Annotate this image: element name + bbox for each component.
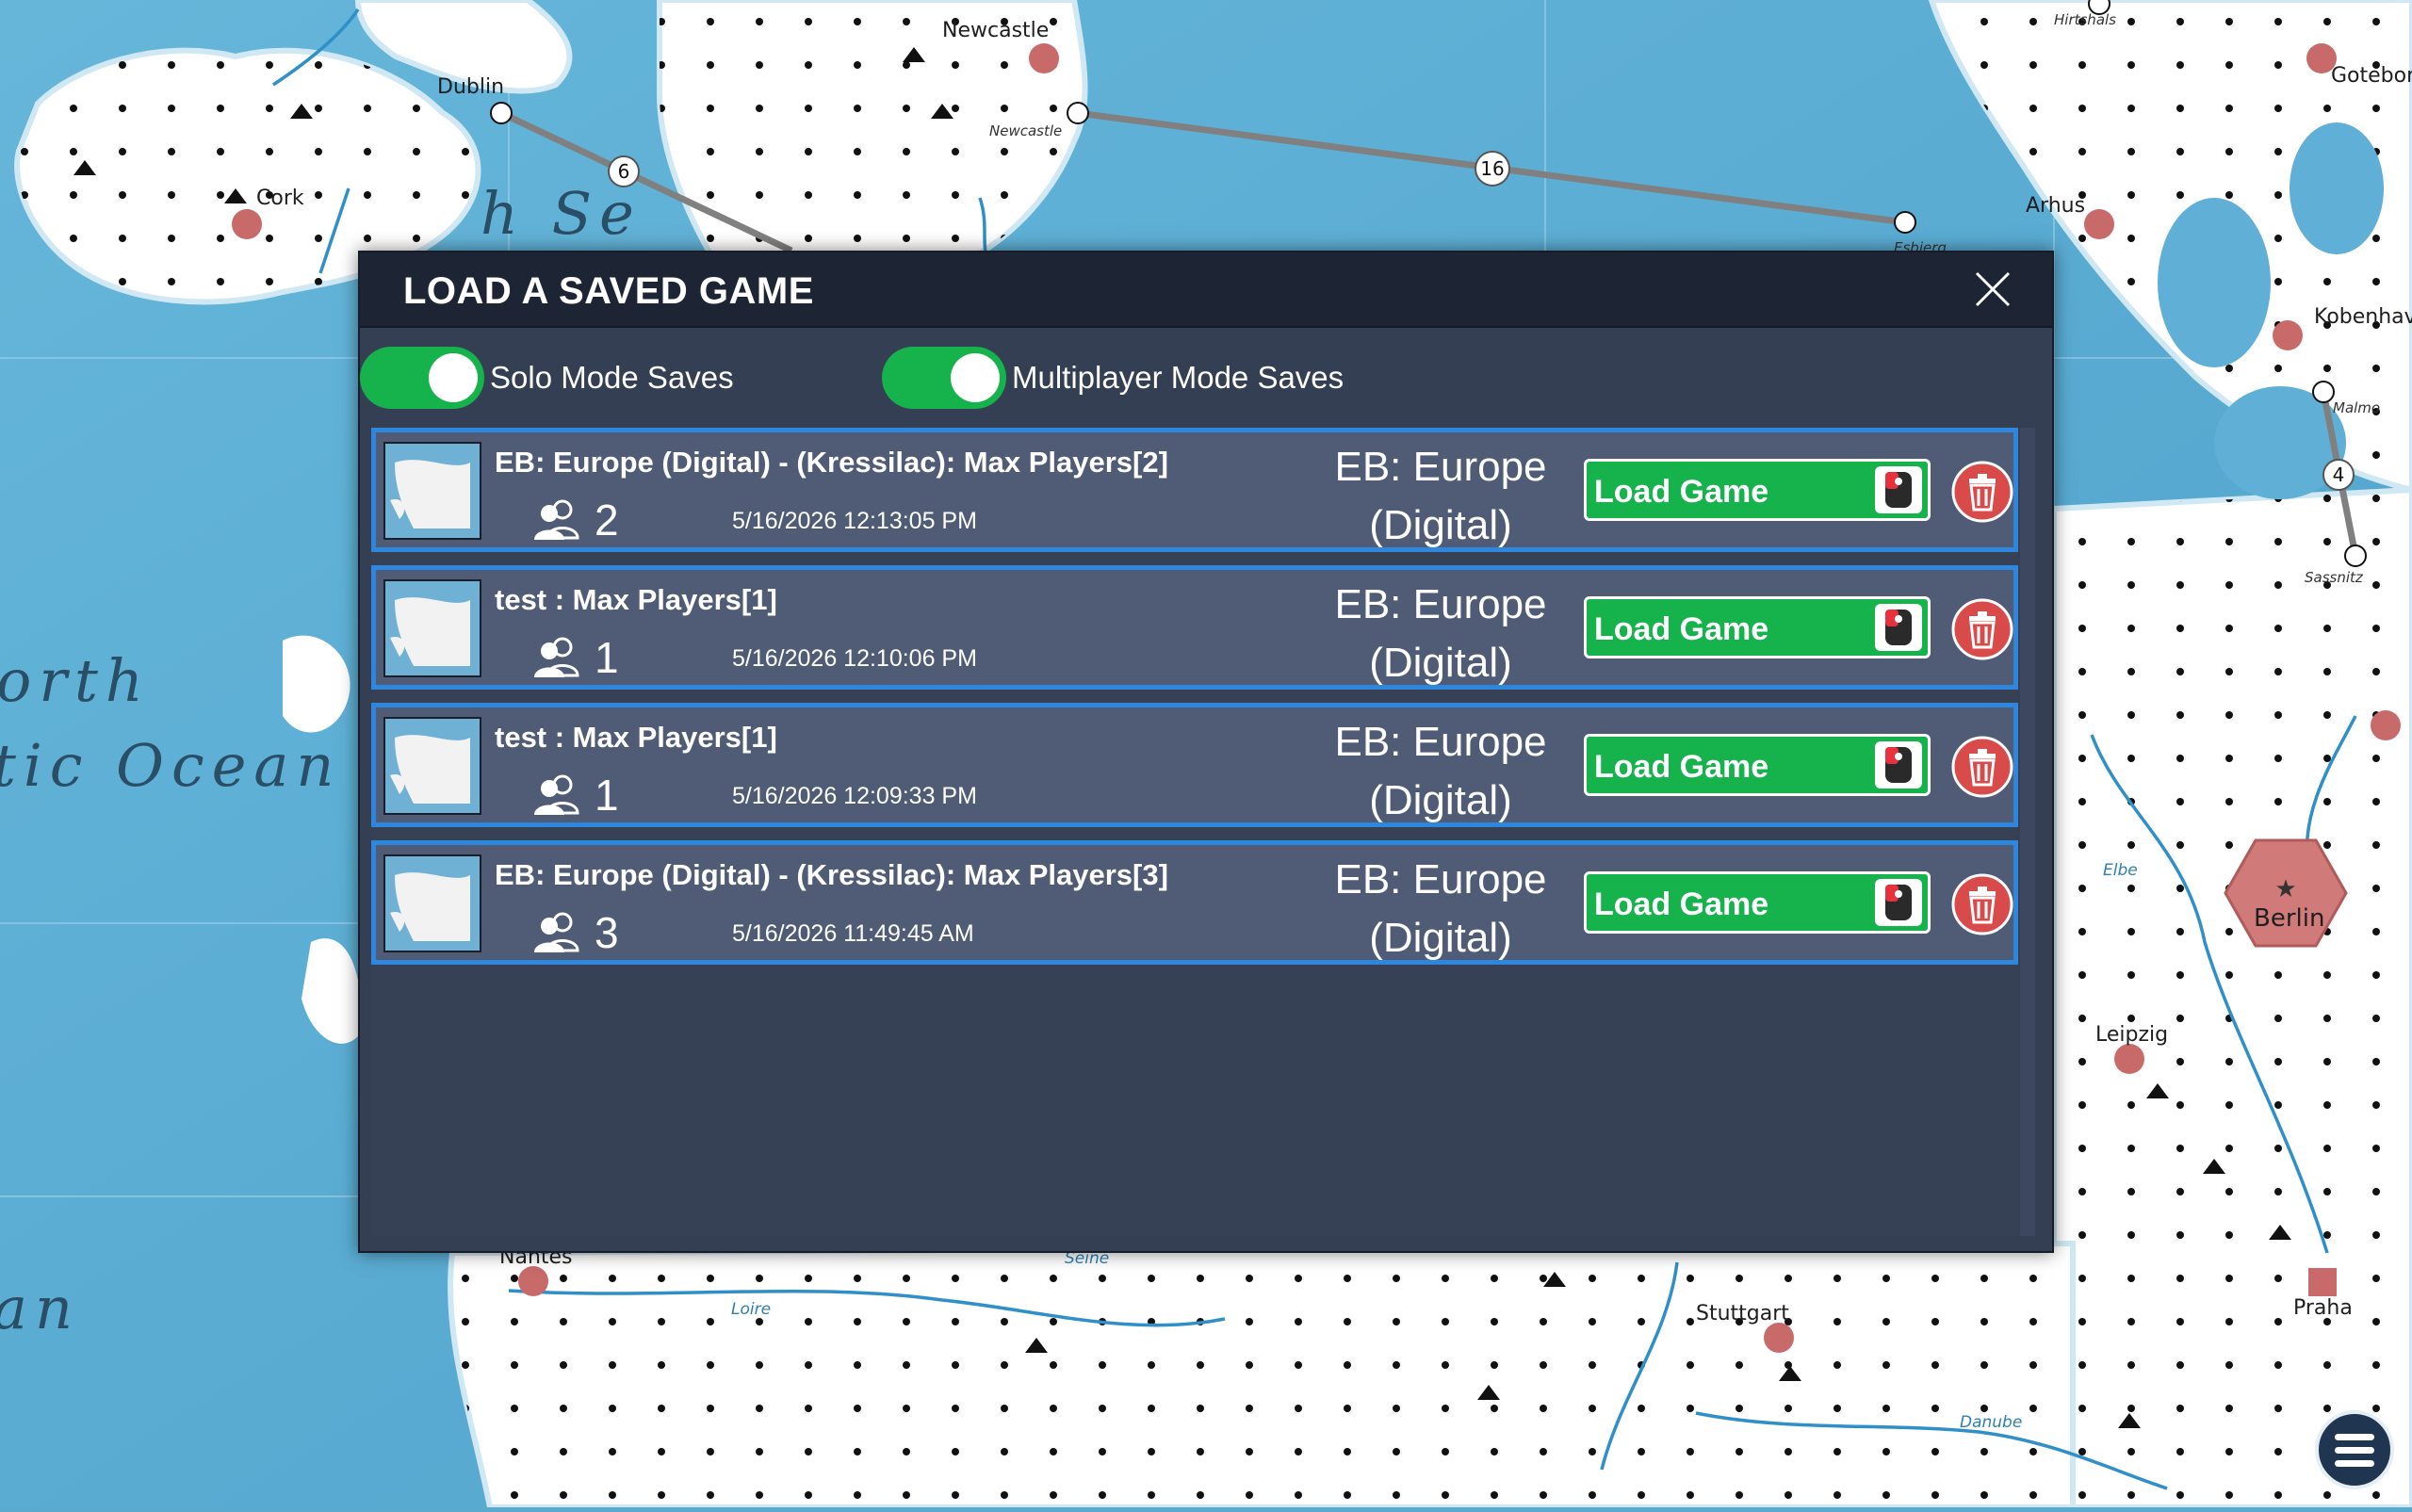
players-icon	[534, 774, 579, 815]
map-city-label: Goteborg	[2331, 64, 2412, 88]
player-count: 1	[595, 771, 619, 820]
players-icon	[534, 637, 579, 677]
map-port-label: Newcastle	[989, 122, 1063, 139]
trash-icon[interactable]	[1951, 598, 2013, 660]
module-name: EB: Europe (Digital)	[1318, 576, 1563, 692]
module-name-line: (Digital)	[1369, 915, 1512, 961]
save-name: test : Max Players[1]	[495, 721, 777, 754]
map-port-label: Malmo	[2333, 399, 2381, 416]
map-sea-label: tic Ocean	[0, 731, 342, 800]
module-name-line: (Digital)	[1369, 640, 1512, 686]
trash-icon[interactable]	[1951, 873, 2013, 935]
svg-text:★: ★	[2274, 875, 2296, 903]
load-game-label: Load Game	[1594, 611, 1769, 647]
load-game-button[interactable]: Load Game	[1584, 871, 1931, 934]
module-name: EB: Europe (Digital)	[1318, 851, 1563, 967]
hamburger-menu-icon[interactable]	[2314, 1409, 2395, 1490]
map-sea-label: orth	[0, 646, 151, 715]
save-row[interactable]: test : Max Players[1] 1 5/16/2026 12:10:…	[371, 565, 2018, 690]
map-city-label: Newcastle	[942, 19, 1050, 42]
mouse-icon	[1875, 879, 1922, 926]
load-game-label: Load Game	[1594, 749, 1769, 785]
save-thumbnail	[383, 854, 481, 952]
solo-mode-label: Solo Mode Saves	[490, 360, 734, 395]
multiplayer-mode-label: Multiplayer Mode Saves	[1012, 360, 1345, 395]
save-date: 5/16/2026 11:49:45 AM	[732, 920, 974, 947]
module-name: EB: Europe (Digital)	[1318, 713, 1563, 830]
save-row[interactable]: test : Max Players[1] 1 5/16/2026 12:09:…	[371, 703, 2018, 827]
map-river-label: Danube	[1960, 1413, 2023, 1432]
dialog-title: LOAD A SAVED GAME	[403, 270, 814, 312]
map-city-label: Arhus	[2026, 194, 2086, 218]
map-river-label: Loire	[731, 1300, 772, 1319]
map-city-label: Leipzig	[2095, 1023, 2169, 1047]
solo-mode-toggle[interactable]	[360, 347, 484, 409]
load-saved-game-dialog: LOAD A SAVED GAME Solo Mode Saves Multip…	[358, 251, 2054, 1253]
save-name: EB: Europe (Digital) - (Kressilac): Max …	[495, 858, 1168, 891]
map-city-label: Berlin	[2254, 904, 2325, 933]
mouse-icon	[1875, 741, 1922, 789]
save-date: 5/16/2026 12:09:33 PM	[732, 783, 977, 809]
svg-text:4: 4	[2333, 463, 2345, 486]
map-port-label: Sassnitz	[2305, 569, 2363, 586]
trash-icon[interactable]	[1951, 461, 2013, 523]
mouse-icon	[1875, 604, 1922, 651]
module-name-line: (Digital)	[1369, 777, 1512, 823]
module-name-line: (Digital)	[1369, 502, 1512, 548]
save-row[interactable]: EB: Europe (Digital) - (Kressilac): Max …	[371, 428, 2018, 552]
module-name-line: EB: Europe	[1334, 581, 1547, 627]
mouse-icon	[1875, 466, 1922, 513]
toggle-knob	[951, 353, 1000, 402]
save-date: 5/16/2026 12:13:05 PM	[732, 508, 977, 534]
player-count: 3	[595, 908, 619, 957]
save-thumbnail	[383, 717, 481, 815]
save-row[interactable]: EB: Europe (Digital) - (Kressilac): Max …	[371, 840, 2018, 965]
module-name-line: EB: Europe	[1334, 719, 1547, 765]
multiplayer-mode-toggle[interactable]	[882, 347, 1006, 409]
svg-text:16: 16	[1480, 157, 1504, 180]
module-name: EB: Europe (Digital)	[1318, 438, 1563, 555]
module-name-line: EB: Europe	[1334, 444, 1547, 490]
map-sea-label: an	[0, 1274, 80, 1342]
load-game-button[interactable]: Load Game	[1584, 596, 1931, 658]
module-name-line: EB: Europe	[1334, 856, 1547, 902]
map-city-label: Kobenhav	[2314, 305, 2412, 329]
player-count: 2	[595, 496, 619, 545]
load-game-button[interactable]: Load Game	[1584, 734, 1931, 796]
load-game-label: Load Game	[1594, 886, 1769, 922]
player-count: 1	[595, 633, 619, 682]
players-icon	[534, 499, 579, 540]
map-river-label: Elbe	[2103, 861, 2138, 880]
map-sea-label: h Se	[481, 179, 642, 248]
close-icon[interactable]	[1973, 269, 2013, 309]
players-icon	[534, 912, 579, 952]
save-list[interactable]: EB: Europe (Digital) - (Kressilac): Max …	[371, 428, 2018, 1236]
save-thumbnail	[383, 442, 481, 540]
dialog-header: LOAD A SAVED GAME	[360, 252, 2052, 328]
map-city-label: Dublin	[437, 75, 505, 99]
save-name: EB: Europe (Digital) - (Kressilac): Max …	[495, 446, 1168, 479]
save-date: 5/16/2026 12:10:06 PM	[732, 645, 977, 672]
save-thumbnail	[383, 579, 481, 677]
map-city-label: Stuttgart	[1696, 1302, 1789, 1325]
map-city-label: Cork	[256, 187, 304, 210]
load-game-label: Load Game	[1594, 474, 1769, 510]
solo-mode-toggle-group: Solo Mode Saves	[360, 347, 734, 409]
trash-icon[interactable]	[1951, 736, 2013, 798]
map-city-label: Praha	[2293, 1296, 2353, 1320]
load-game-button[interactable]: Load Game	[1584, 459, 1931, 521]
toggle-knob	[429, 353, 478, 402]
map-port-label: Hirtshals	[2054, 11, 2116, 28]
save-name: test : Max Players[1]	[495, 583, 777, 616]
save-list-scrollbar[interactable]	[2020, 428, 2035, 1236]
multiplayer-mode-toggle-group: Multiplayer Mode Saves	[882, 347, 1344, 409]
